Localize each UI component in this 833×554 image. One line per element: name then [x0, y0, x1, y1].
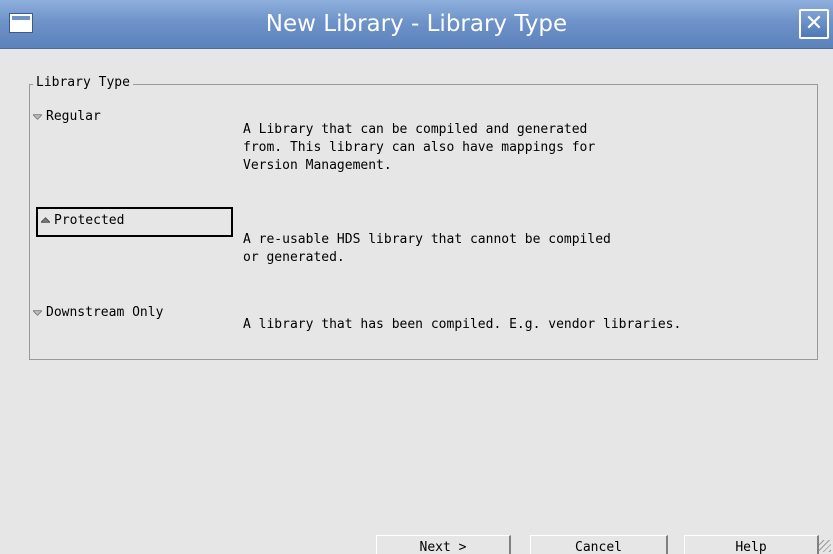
cancel-button[interactable]: Cancel — [530, 535, 668, 554]
help-button[interactable]: Help — [684, 535, 819, 554]
radio-label: Regular — [46, 109, 101, 124]
group-legend: Library Type — [33, 75, 133, 90]
radio-regular[interactable]: Regular — [30, 109, 101, 124]
description-regular: A Library that can be compiled and gener… — [243, 122, 596, 173]
radio-label: Downstream Only — [46, 305, 164, 320]
dialog-window: New Library - Library Type ✕ Library Typ… — [0, 0, 833, 554]
radio-downstream-only[interactable]: Downstream Only — [30, 305, 163, 320]
radio-selected-icon — [41, 217, 50, 223]
radio-protected[interactable]: Protected — [38, 213, 124, 228]
next-button[interactable]: Next > — [376, 535, 511, 554]
radio-label: Protected — [54, 213, 125, 228]
close-button[interactable]: ✕ — [799, 9, 829, 39]
radio-unselected-icon — [33, 310, 42, 316]
radio-unselected-icon — [33, 114, 42, 120]
description-downstream-only: A library that has been compiled. E.g. v… — [243, 317, 682, 332]
window-title: New Library - Library Type — [265, 11, 568, 37]
resize-grip-icon[interactable] — [819, 540, 831, 552]
title-bar[interactable]: New Library - Library Type ✕ — [0, 0, 833, 49]
description-protected: A re-usable HDS library that cannot be c… — [243, 232, 611, 265]
